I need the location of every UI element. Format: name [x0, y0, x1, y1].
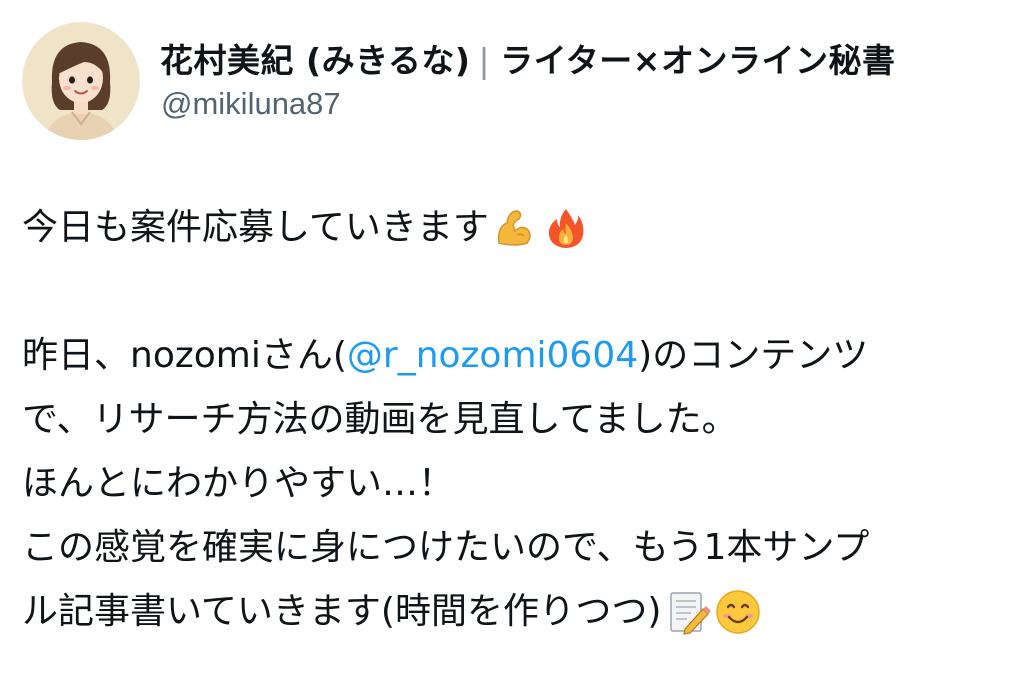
display-name-text: 花村美紀 (みきるな) — [160, 41, 471, 80]
tweet-line-text: 今日も案件応募していきます — [22, 207, 489, 248]
fire-icon — [543, 205, 589, 251]
display-name-suffix: ライター×オンライン秘書 — [500, 41, 896, 80]
avatar[interactable] — [22, 22, 140, 140]
smiling-face-icon — [715, 589, 761, 635]
display-name[interactable]: 花村美紀 (みきるな) | ライター×オンライン秘書 — [160, 34, 895, 82]
flexed-biceps-icon — [493, 205, 539, 251]
memo-icon — [665, 589, 712, 635]
user-handle[interactable]: @mikiluna87 — [161, 86, 341, 122]
tweet-line: 昨日、nozomiさん(@r_nozomi0604)のコンテンツ — [22, 324, 1012, 388]
tweet-line: ほんとにわかりやすい…！ — [22, 452, 1012, 516]
tweet-line: この感覚を確実に身につけたいので、もう1本サンプ — [22, 516, 1012, 580]
tweet-line: ル記事書いていきます(時間を作りつつ) — [22, 580, 1012, 644]
tweet-line: 今日も案件応募していきます — [22, 196, 1012, 260]
tweet-line-text: で、リサーチ方法の動画を見直してました。 — [22, 399, 738, 440]
tweet-line: で、リサーチ方法の動画を見直してました。 — [22, 388, 1012, 452]
tweet-line-text: ほんとにわかりやすい…！ — [22, 463, 455, 504]
mention-link[interactable]: @r_nozomi0604 — [347, 324, 638, 388]
tweet-line-text: 昨日、nozomiさん( — [22, 335, 347, 376]
tweet-line-text: )のコンテンツ — [638, 335, 869, 376]
name-separator: | — [478, 41, 491, 80]
tweet-card: 花村美紀 (みきるな) | ライター×オンライン秘書 @mikiluna87 今日も… — [0, 0, 1024, 679]
tweet-line-text: この感覚を確実に身につけたいので、もう1本サンプ — [22, 527, 870, 568]
tweet-line-text: ル記事書いていきます(時間を作りつつ) — [22, 591, 662, 632]
tweet-text: 今日も案件応募していきます 昨日、nozomiさん(@r_nozomi0604)… — [22, 196, 1012, 644]
